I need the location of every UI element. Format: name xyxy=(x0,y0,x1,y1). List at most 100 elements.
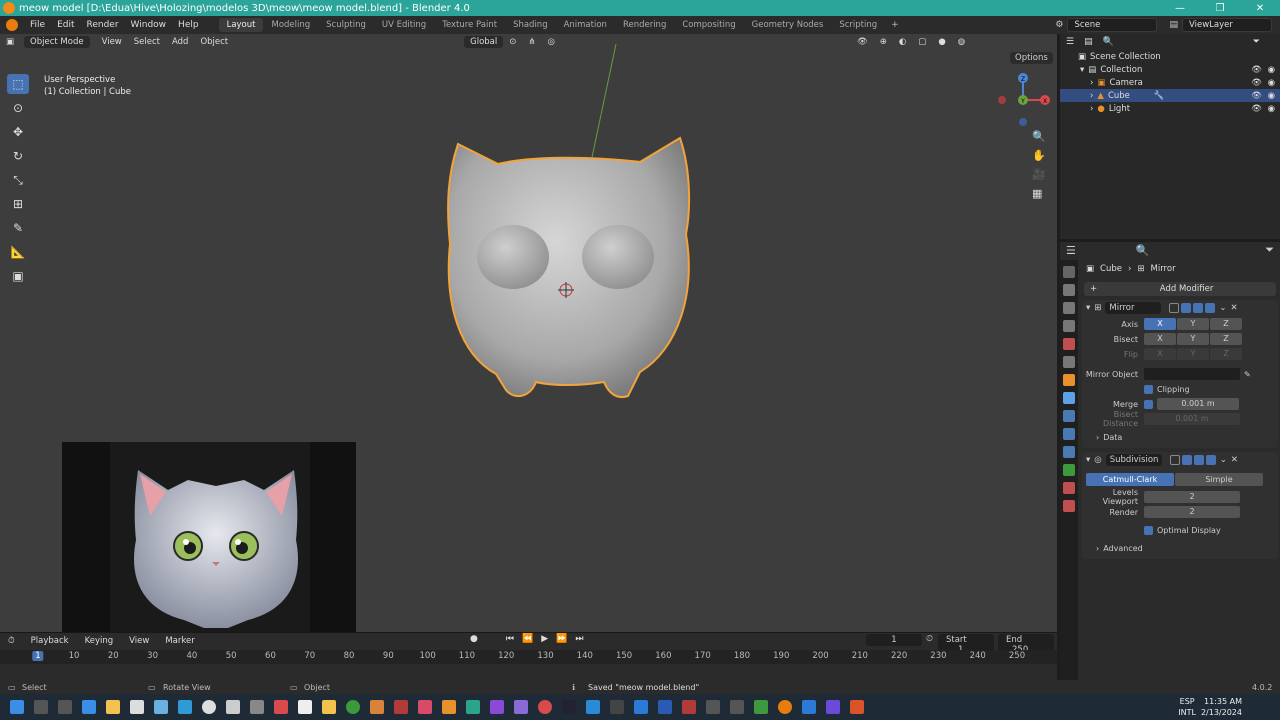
transform-tool[interactable]: ⊞ xyxy=(7,194,29,214)
keying-menu[interactable]: Keying xyxy=(77,636,122,646)
h-app-icon[interactable] xyxy=(562,700,576,714)
bisect-x-toggle[interactable]: X xyxy=(1144,333,1176,345)
task-view-icon[interactable] xyxy=(58,700,72,714)
display-mode-icon[interactable]: ▤ xyxy=(1084,37,1093,47)
visibility-eye-icon[interactable]: 👁 xyxy=(1251,104,1262,114)
view-layer-tab-icon[interactable] xyxy=(1063,320,1075,332)
viewport-toggle-icon[interactable] xyxy=(1193,455,1204,465)
xray-icon[interactable]: ▢ xyxy=(912,37,932,47)
measure-tool[interactable]: 📐 xyxy=(7,242,29,262)
cage-toggle-icon[interactable] xyxy=(1181,455,1192,465)
scene-field[interactable]: Scene xyxy=(1067,18,1158,32)
shading-material-icon[interactable]: ◍ xyxy=(952,37,971,47)
outliner-item[interactable]: › ▲ Cube 🔧 👁 ◉ xyxy=(1060,89,1280,102)
pivot-icon[interactable]: ⊙ xyxy=(503,37,522,47)
tab-scripting[interactable]: Scripting xyxy=(831,18,885,32)
search-icon[interactable] xyxy=(34,700,48,714)
advanced-subpanel-header[interactable]: › Advanced xyxy=(1082,541,1278,555)
flip-x-toggle[interactable]: X xyxy=(1144,348,1176,360)
add-workspace-button[interactable]: + xyxy=(885,20,905,30)
tab-geometry-nodes[interactable]: Geometry Nodes xyxy=(744,18,832,32)
tab-shading[interactable]: Shading xyxy=(505,18,556,32)
maximize-button[interactable]: ❐ xyxy=(1200,3,1240,14)
indesign-icon[interactable] xyxy=(418,700,432,714)
optimal-display-checkbox[interactable] xyxy=(1144,525,1153,535)
photoshop-icon[interactable] xyxy=(634,700,648,714)
grammarly-icon[interactable] xyxy=(538,700,552,714)
tab-sculpting[interactable]: Sculpting xyxy=(318,18,374,32)
physics-tab-icon[interactable] xyxy=(1063,428,1075,440)
properties-search-icon[interactable]: 🔍 xyxy=(1136,244,1150,257)
tab-rendering[interactable]: Rendering xyxy=(615,18,674,32)
visibility-eye-icon[interactable]: 👁 xyxy=(1251,78,1262,88)
vscode-icon[interactable] xyxy=(586,700,600,714)
visibility-icon[interactable]: 👁 xyxy=(851,37,874,47)
menu-select[interactable]: Select xyxy=(128,37,166,47)
marker-menu[interactable]: Marker xyxy=(157,636,202,646)
render-toggle-icon[interactable] xyxy=(1205,455,1216,465)
tab-modeling[interactable]: Modeling xyxy=(263,18,318,32)
tab-layout[interactable]: Layout xyxy=(218,18,264,32)
pen-icon[interactable] xyxy=(250,700,264,714)
timeline-ruler[interactable]: 1 10 20 30 40 50 60 70 80 90 100 110 120 130 140 150 160… xyxy=(0,650,1057,664)
chevron-right-icon[interactable]: › xyxy=(1090,91,1093,101)
chevron-down-icon[interactable]: ⌄ xyxy=(1219,303,1226,313)
next-keyframe-icon[interactable]: ⏩ xyxy=(556,634,567,644)
minimize-button[interactable]: — xyxy=(1160,3,1200,14)
illustrator-icon[interactable] xyxy=(442,700,456,714)
select-box-tool[interactable]: ⬚ xyxy=(7,74,29,94)
overlay-toggle-icon[interactable]: ◐ xyxy=(893,37,912,47)
object-tab-icon[interactable] xyxy=(1063,374,1075,386)
language-indicator[interactable]: ESP INTL xyxy=(1178,696,1196,718)
render-levels-field[interactable]: 2 xyxy=(1144,506,1240,518)
viewlayer-field[interactable]: ViewLayer xyxy=(1182,18,1272,32)
camera-view-icon[interactable]: 🎥 xyxy=(1032,168,1046,181)
axis-z-toggle[interactable]: Z xyxy=(1210,318,1242,330)
tool-tab-icon[interactable] xyxy=(1063,266,1075,278)
world-tab-icon[interactable] xyxy=(1063,356,1075,368)
menu-view[interactable]: View xyxy=(96,37,128,47)
animate-icon[interactable] xyxy=(394,700,408,714)
subdivision-name-field[interactable]: Subdivision xyxy=(1105,454,1162,466)
blender-logo-icon[interactable] xyxy=(6,19,18,31)
bridge-icon[interactable] xyxy=(370,700,384,714)
pan-hand-icon[interactable]: ✋ xyxy=(1032,149,1046,162)
properties-editor-icon[interactable]: ☰ xyxy=(1066,244,1076,257)
menu-help[interactable]: Help xyxy=(172,20,205,30)
menu-file[interactable]: File xyxy=(24,20,51,30)
modifier-tab-icon[interactable] xyxy=(1063,392,1075,404)
chevron-right-icon[interactable]: › xyxy=(1090,78,1093,88)
axis-y-toggle[interactable]: Y xyxy=(1177,318,1209,330)
timeline-editor-type-icon[interactable]: ⏱ xyxy=(0,636,23,646)
outliner-editor-icon[interactable]: ☰ xyxy=(1066,37,1074,47)
playback-menu[interactable]: Playback xyxy=(23,636,77,646)
viewport-toggle-icon[interactable] xyxy=(1193,303,1204,313)
reference-image[interactable] xyxy=(62,442,356,632)
catmull-clark-button[interactable]: Catmull-Clark xyxy=(1086,472,1174,486)
remove-modifier-icon[interactable]: ✕ xyxy=(1231,455,1238,465)
after-effects-icon[interactable] xyxy=(514,700,528,714)
move-tool[interactable]: ✥ xyxy=(7,122,29,142)
taskbar-clock[interactable]: 11:35 AM 2/13/2024 xyxy=(1201,696,1242,718)
outliner-item[interactable]: › ● Light 👁 ◉ xyxy=(1060,102,1280,115)
outliner-item[interactable]: › ▣ Camera 👁 ◉ xyxy=(1060,76,1280,89)
cat-model-mesh[interactable] xyxy=(440,134,696,400)
menu-render[interactable]: Render xyxy=(81,20,125,30)
add-cube-tool[interactable]: ▣ xyxy=(7,266,29,286)
play-icon[interactable]: ▶ xyxy=(541,634,548,644)
acrobat-icon[interactable] xyxy=(298,700,312,714)
texture-tab-icon[interactable] xyxy=(1063,500,1075,512)
current-frame-field[interactable]: 1 xyxy=(866,634,922,646)
chevron-down-icon[interactable]: ⌄ xyxy=(1220,455,1227,465)
chevron-right-icon[interactable]: › xyxy=(1090,104,1093,114)
app5-icon[interactable] xyxy=(802,700,816,714)
tab-texture-paint[interactable]: Texture Paint xyxy=(434,18,505,32)
gizmo-toggle-icon[interactable]: ⊕ xyxy=(874,37,893,47)
bisect-y-toggle[interactable]: Y xyxy=(1177,333,1209,345)
visibility-eye-icon[interactable]: 👁 xyxy=(1251,91,1262,101)
audition-icon[interactable] xyxy=(466,700,480,714)
object-mode-dropdown[interactable]: Object Mode xyxy=(24,36,90,48)
menu-object[interactable]: Object xyxy=(194,37,234,47)
cage-toggle-icon[interactable] xyxy=(1181,303,1192,313)
outliner-search-icon[interactable]: 🔍 xyxy=(1103,37,1114,47)
